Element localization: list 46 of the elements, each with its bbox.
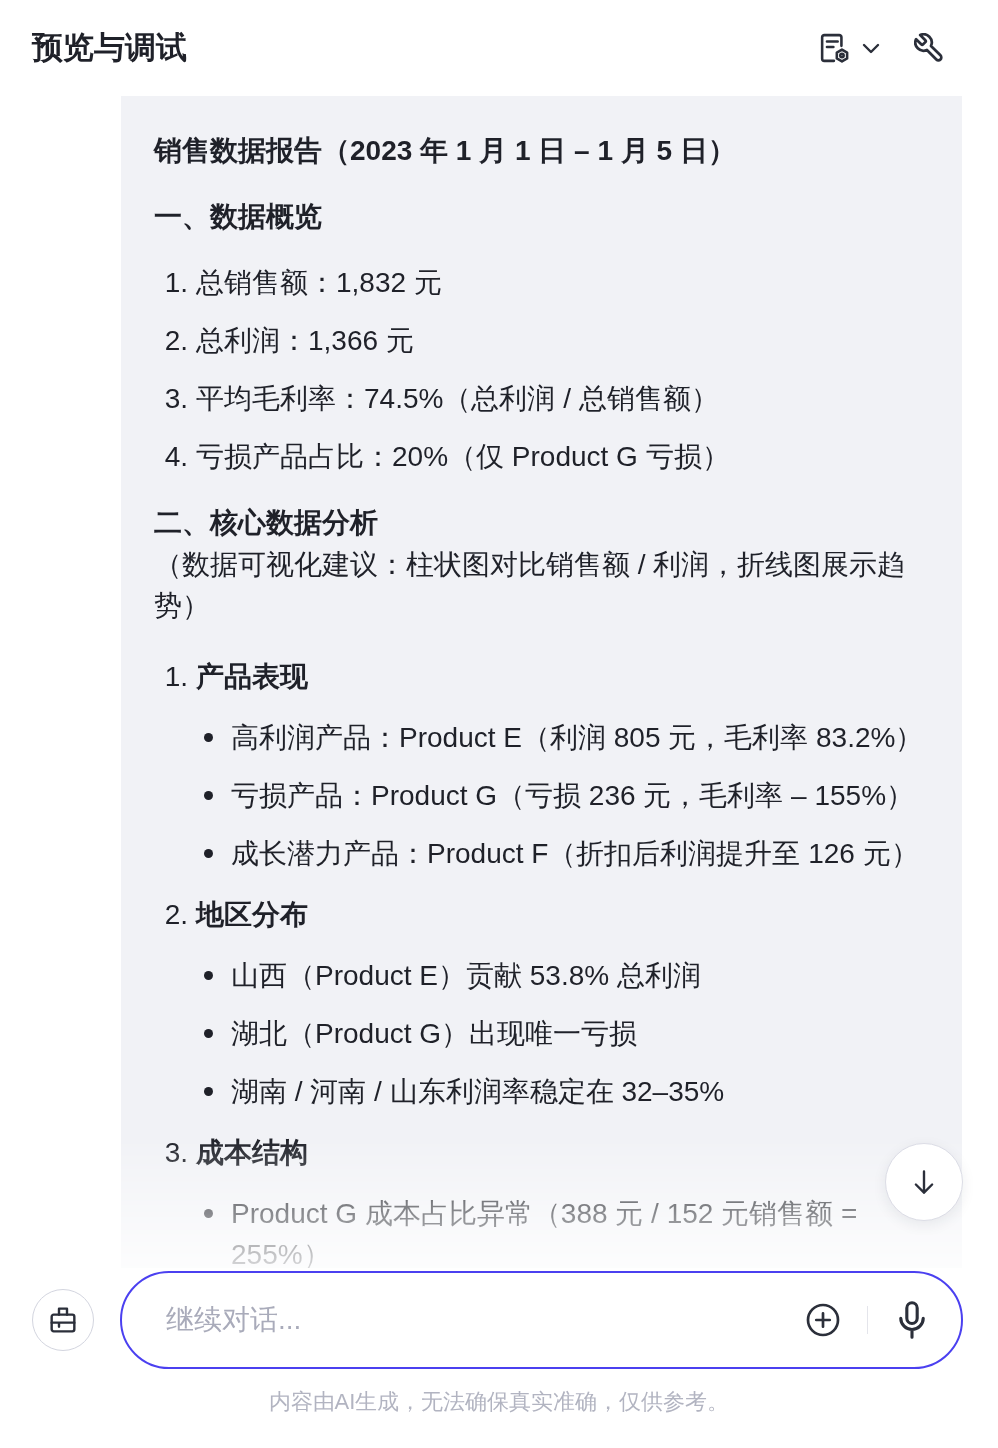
bullet-icon [204,733,213,742]
subsection-heading: 成本结构 [196,1136,309,1170]
chat-input-box[interactable]: 继续对话... [120,1271,963,1369]
page-title: 预览与调试 [32,29,187,67]
bullet-text: 湖南 / 河南 / 山东利润率稳定在 32–35% [231,1075,726,1109]
bullet-icon [204,791,213,800]
wrench-button[interactable] [914,33,944,63]
bullet-icon [204,1209,213,1218]
list-item-text: 总利润：1,366 元 [196,324,415,358]
list-item-text: 亏损产品占比：20%（仅 Product G 亏损） [196,440,731,474]
document-settings-button[interactable] [820,33,880,63]
bullet-icon [204,849,213,858]
list-number: 2. [163,898,188,932]
voice-input-button[interactable] [898,1301,926,1339]
bullet-text: 山西（Product E）贡献 53.8% 总利润 [231,959,702,993]
briefcase-icon [47,1304,79,1336]
plus-circle-icon [805,1302,841,1338]
list-number: 1. [163,660,188,694]
list-number: 4. [163,440,188,474]
bullet-text: 高利润产品：Product E（利润 805 元，毛利率 83.2%） [231,721,925,755]
list-number: 3. [163,1136,188,1170]
bullet-icon [204,1029,213,1038]
bullet-text: 亏损产品：Product G（亏损 236 元，毛利率 – 155%） [231,779,916,813]
section-heading: 二、核心数据分析 [154,506,379,540]
list-item-text: 平均毛利率：74.5%（总利润 / 总销售额） [196,382,720,416]
bullet-icon [204,971,213,980]
section-heading: 一、数据概览 [154,200,323,234]
bullet-text: 成长潜力产品：Product F（折扣后利润提升至 126 元） [231,837,920,871]
bullet-icon [204,1087,213,1096]
list-number: 3. [163,382,188,416]
section-note: （数据可视化建议：柱状图对比销售额 / 利润，折线图展示趋势） [154,548,907,623]
wrench-icon [914,33,944,63]
subsection-heading: 产品表现 [196,660,309,694]
list-item-text: 总销售额：1,832 元 [196,266,443,300]
list-number: 1. [163,266,188,300]
list-number: 2. [163,324,188,358]
chevron-down-icon [862,42,880,54]
add-button[interactable] [805,1302,841,1338]
bullet-text: 湖北（Product G）出现唯一亏损 [231,1017,639,1051]
disclaimer-text: 内容由AI生成，无法确保真实准确，仅供参考。 [267,1388,731,1416]
document-gear-icon [820,33,850,63]
microphone-icon [898,1301,926,1339]
report-title: 销售数据报告（2023 年 1 月 1 日 – 1 月 5 日） [154,134,737,168]
bullet-text: Product G 成本占比异常（388 元 / 152 元销售额 = 255%） [231,1197,859,1268]
message-input[interactable]: 继续对话... [166,1300,795,1340]
subsection-heading: 地区分布 [196,898,309,932]
